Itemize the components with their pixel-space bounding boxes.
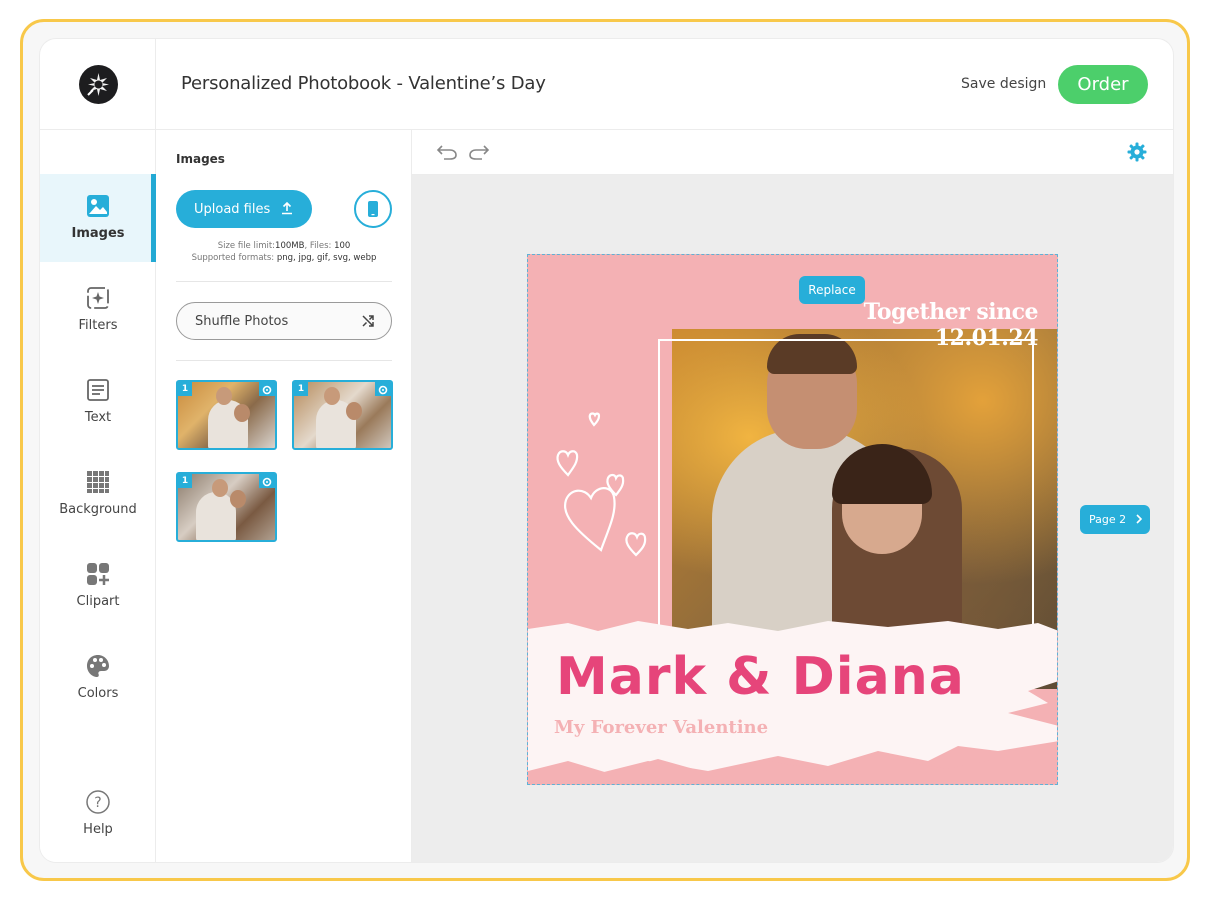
- shuffle-icon: [362, 315, 374, 327]
- sidebar-item-text[interactable]: Text: [40, 358, 156, 446]
- undo-icon[interactable]: [436, 142, 458, 162]
- sidebar-item-help[interactable]: ? Help: [40, 770, 156, 858]
- upload-limits: Size file limit:100MB, Files: 100 Suppor…: [191, 241, 377, 263]
- names-title-text[interactable]: Mark & Diana: [556, 647, 965, 707]
- logo-icon[interactable]: [79, 65, 118, 104]
- gear-icon[interactable]: [375, 382, 391, 396]
- clipart-icon: [87, 563, 109, 585]
- header: Personalized Photobook - Valentine’s Day…: [40, 39, 1173, 130]
- shuffle-label: Shuffle Photos: [195, 313, 289, 329]
- together-since-text[interactable]: Together since 12.01.24: [778, 299, 1039, 351]
- order-button[interactable]: Order: [1058, 65, 1148, 104]
- gear-icon[interactable]: [259, 382, 275, 396]
- sidebar-item-images[interactable]: Images: [40, 174, 156, 262]
- canvas-toolbar: [412, 130, 1173, 175]
- sparkle-filter-icon: [87, 287, 109, 309]
- subtitle-text[interactable]: My Forever Valentine: [554, 717, 768, 738]
- photo-thumbnail[interactable]: 1: [176, 380, 277, 450]
- photobook-page[interactable]: Together since 12.01.24 Mark & Diana My …: [527, 254, 1058, 785]
- sidebar-item-label: Filters: [78, 318, 118, 333]
- sidebar-item-colors[interactable]: Colors: [40, 634, 156, 722]
- text-icon: [87, 379, 109, 401]
- image-icon: [87, 195, 109, 217]
- photo-thumbnail[interactable]: 1: [292, 380, 393, 450]
- chevron-right-icon: [1136, 514, 1143, 524]
- grid-icon: [87, 471, 109, 493]
- shuffle-photos-button[interactable]: Shuffle Photos: [176, 302, 392, 340]
- sidebar-item-clipart[interactable]: Clipart: [40, 542, 156, 630]
- upload-icon: [282, 201, 292, 215]
- outer-frame: Personalized Photobook - Valentine’s Day…: [20, 19, 1190, 881]
- next-page-button[interactable]: Page 2: [1080, 505, 1150, 534]
- phone-icon: [368, 201, 378, 217]
- usage-count-badge: 1: [294, 382, 308, 396]
- upload-files-button[interactable]: Upload files: [176, 190, 312, 228]
- replace-button[interactable]: Replace: [799, 276, 865, 304]
- usage-count-badge: 1: [178, 382, 192, 396]
- editor-app: Personalized Photobook - Valentine’s Day…: [40, 39, 1173, 862]
- sidebar-item-label: Images: [71, 226, 125, 241]
- sidebar-item-filters[interactable]: Filters: [40, 266, 156, 354]
- photo-thumbnail[interactable]: 1: [176, 472, 277, 542]
- sidebar-item-label: Clipart: [76, 594, 120, 609]
- divider: [176, 281, 392, 282]
- usage-count-badge: 1: [178, 474, 192, 488]
- divider: [176, 360, 392, 361]
- logo-cell: [40, 39, 156, 130]
- next-page-label: Page 2: [1089, 513, 1127, 526]
- panel-title: Images: [176, 152, 225, 166]
- sidebar-item-label: Colors: [77, 686, 119, 701]
- sidebar: Images Filters Text Background Clipart C…: [40, 130, 156, 862]
- gear-icon[interactable]: [259, 474, 275, 488]
- sidebar-item-label: Text: [84, 410, 112, 425]
- images-panel: Images Upload files Size file limit:100M…: [156, 130, 412, 862]
- page-title: Personalized Photobook - Valentine’s Day: [181, 73, 546, 94]
- hearts-doodle-icon: [556, 412, 647, 557]
- settings-gear-icon[interactable]: [1127, 142, 1147, 162]
- design-canvas: Together since 12.01.24 Mark & Diana My …: [412, 175, 1173, 862]
- save-design-button[interactable]: Save design: [961, 76, 1046, 92]
- palette-icon: [87, 655, 109, 677]
- svg-text:?: ?: [94, 795, 101, 811]
- redo-icon[interactable]: [468, 142, 490, 162]
- sidebar-item-background[interactable]: Background: [40, 450, 156, 538]
- mobile-upload-button[interactable]: [354, 190, 392, 228]
- help-icon: ?: [86, 790, 110, 814]
- upload-label: Upload files: [194, 201, 271, 217]
- sidebar-item-label: Help: [83, 822, 113, 837]
- sidebar-item-label: Background: [59, 502, 137, 517]
